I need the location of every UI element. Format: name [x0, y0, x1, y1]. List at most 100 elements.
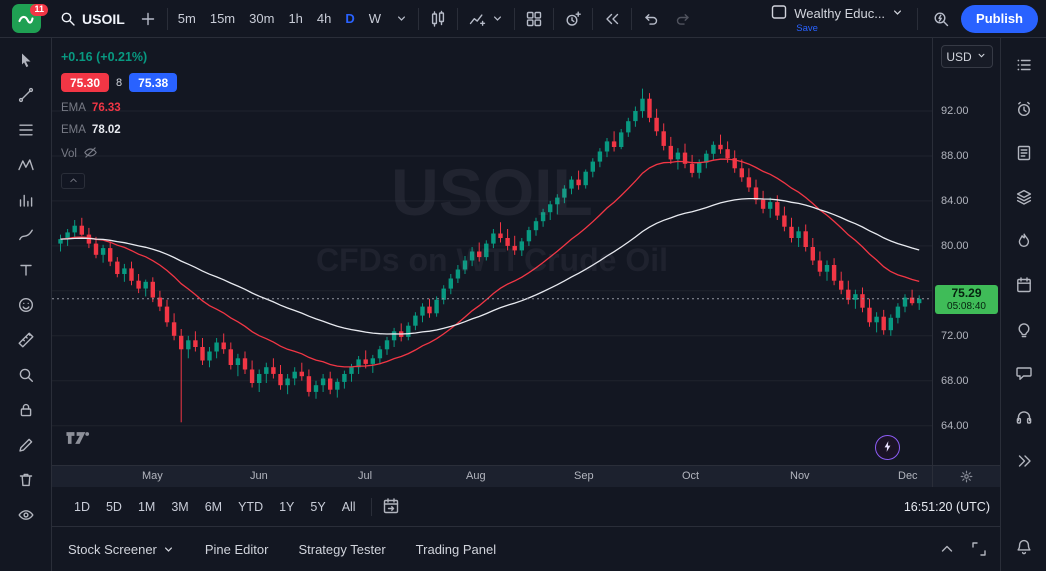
sell-button[interactable]: 75.30 [61, 73, 109, 92]
range-all[interactable]: All [334, 496, 364, 518]
logo[interactable]: 11 [0, 4, 52, 33]
legend-collapse-button[interactable] [61, 173, 85, 189]
timeframe-30m[interactable]: 30m [242, 5, 281, 33]
watchlist-icon[interactable] [1010, 51, 1038, 79]
notifications-icon[interactable] [1010, 533, 1038, 561]
time-axis-labels: MayJunJulAugSepOctNovDec [52, 466, 932, 487]
layout-grid-icon [525, 10, 543, 28]
utc-clock[interactable]: 16:51:20 (UTC) [904, 500, 990, 514]
chat-icon[interactable] [1010, 359, 1038, 387]
layout-grid-button[interactable] [518, 5, 550, 33]
text-icon[interactable] [11, 256, 41, 284]
xabcd-pattern-icon[interactable] [11, 151, 41, 179]
fib-retracement-icon[interactable] [11, 116, 41, 144]
save-layout-link[interactable]: Save [796, 23, 818, 34]
go-to-date-button[interactable] [379, 494, 403, 521]
indicators-button[interactable] [461, 5, 511, 33]
bar-countdown: 05:08:40 [935, 301, 998, 313]
measure-icon[interactable] [11, 326, 41, 354]
quick-search-icon [932, 10, 950, 28]
bottom-panel: Stock Screener Pine Editor Strategy Tester… [52, 526, 1000, 571]
create-alert-button[interactable] [557, 5, 589, 33]
compare-add-symbol-button[interactable] [132, 5, 164, 33]
top-toolbar: 11 USOIL 5m15m30m1h4hDW We [0, 0, 1046, 38]
panel-maximize-button[interactable] [970, 540, 988, 558]
tradingview-logo[interactable] [65, 430, 97, 451]
brush-icon[interactable] [11, 221, 41, 249]
tab-trading-panel[interactable]: Trading Panel [416, 542, 496, 557]
delete-icon[interactable] [11, 466, 41, 494]
redo-button[interactable] [667, 5, 699, 33]
trend-line-icon[interactable] [11, 81, 41, 109]
timeframe-dropdown-button[interactable] [388, 5, 415, 33]
volume-legend-row[interactable]: Vol [61, 145, 177, 163]
ideas-icon[interactable] [1010, 315, 1038, 343]
chart-style-button[interactable] [422, 5, 454, 33]
range-6m[interactable]: 6M [197, 496, 230, 518]
currency-label: USD [946, 50, 971, 64]
hotlists-icon[interactable] [1010, 227, 1038, 255]
range-5y[interactable]: 5Y [302, 496, 333, 518]
publish-button[interactable]: Publish [961, 5, 1038, 33]
news-icon[interactable] [1010, 139, 1038, 167]
chart-plot[interactable]: USOIL CFDs on WTI Crude Oil +0.16 (+0.21… [52, 38, 932, 465]
quick-trade-bolt-button[interactable] [875, 435, 900, 460]
chart-settings-gear-button[interactable] [959, 469, 974, 484]
cursor-icon[interactable] [11, 46, 41, 74]
toolbar-divider [457, 8, 458, 30]
indicators-icon [468, 10, 486, 28]
streams-icon[interactable] [1010, 403, 1038, 431]
panel-expand-button[interactable] [938, 540, 956, 558]
indicator-value: 76.33 [92, 102, 121, 114]
symbol-search-button[interactable]: USOIL [52, 5, 132, 33]
time-axis[interactable]: MayJunJulAugSepOctNovDec [52, 465, 1000, 487]
range-5d[interactable]: 5D [98, 496, 130, 518]
emoji-icon[interactable] [11, 291, 41, 319]
bar-replay-button[interactable] [596, 5, 628, 33]
range-1y[interactable]: 1Y [271, 496, 302, 518]
forecast-icon[interactable] [11, 186, 41, 214]
indicator-name: EMA [61, 102, 86, 114]
toolbar-divider [418, 8, 419, 30]
price-axis[interactable]: USD 92.0088.0084.0080.0076.0072.0068.006… [932, 38, 1000, 465]
range-3m[interactable]: 3M [163, 496, 196, 518]
replay-icon [603, 10, 621, 28]
hide-all-icon[interactable] [11, 501, 41, 529]
last-price-value: 75.29 [935, 287, 998, 301]
quick-search-button[interactable] [925, 5, 957, 33]
ema-legend-row[interactable]: EMA 78.02 [61, 124, 177, 136]
toolbar-divider [917, 8, 918, 30]
range-ytd[interactable]: YTD [230, 496, 271, 518]
range-1d[interactable]: 1D [66, 496, 98, 518]
buy-button[interactable]: 75.38 [129, 73, 177, 92]
chart-canvas[interactable] [52, 38, 932, 465]
layout-select-button[interactable]: Wealthy Educ... Save [764, 1, 910, 36]
calendar-icon[interactable] [1010, 271, 1038, 299]
alerts-icon[interactable] [1010, 95, 1038, 123]
timeframe-w[interactable]: W [362, 5, 388, 33]
search-icon [59, 10, 77, 28]
timeframe-5m[interactable]: 5m [171, 5, 203, 33]
timeframe-group: 5m15m30m1h4hDW [171, 5, 388, 33]
ema-legend-row[interactable]: EMA 76.33 [61, 102, 177, 114]
last-price-label: 75.29 05:08:40 [935, 285, 998, 314]
lock-all-icon[interactable] [11, 396, 41, 424]
undo-button[interactable] [635, 5, 667, 33]
edit-icon[interactable] [11, 431, 41, 459]
zoom-icon[interactable] [11, 361, 41, 389]
chevron-down-icon [491, 12, 504, 25]
currency-select-button[interactable]: USD [941, 45, 993, 68]
object-tree-icon[interactable] [1010, 183, 1038, 211]
spread-value: 8 [116, 77, 122, 89]
timeframe-1h[interactable]: 1h [281, 5, 309, 33]
eye-off-icon[interactable] [83, 145, 98, 163]
timeframe-4h[interactable]: 4h [310, 5, 338, 33]
timeframe-15m[interactable]: 15m [203, 5, 242, 33]
range-1m[interactable]: 1M [130, 496, 163, 518]
tab-stock-screener[interactable]: Stock Screener [68, 542, 175, 557]
shorts-icon[interactable] [1010, 447, 1038, 475]
tab-pine-editor[interactable]: Pine Editor [205, 542, 269, 557]
timeframe-d[interactable]: D [338, 5, 361, 33]
x-axis-label: Nov [790, 470, 810, 482]
tab-strategy-tester[interactable]: Strategy Tester [298, 542, 385, 557]
